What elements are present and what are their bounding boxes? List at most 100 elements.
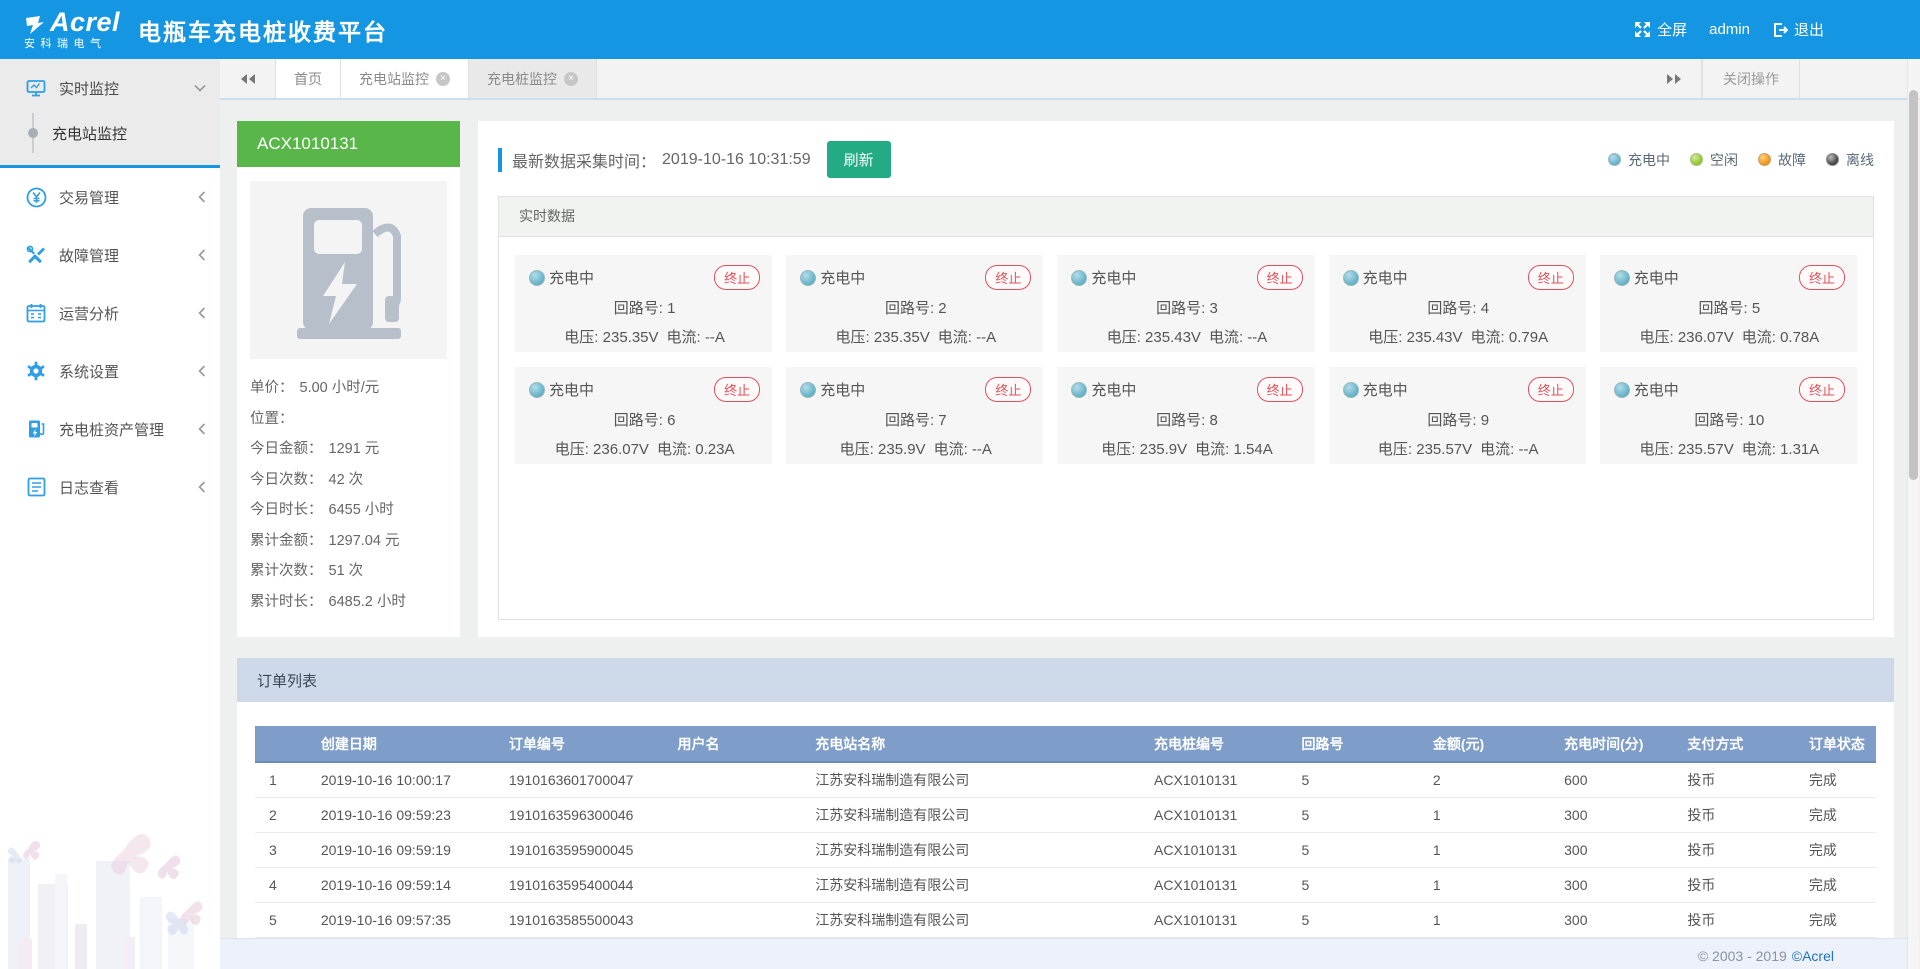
table-row[interactable]: 42019-10-16 09:59:141910163595400044江苏安科… — [255, 867, 1876, 902]
transaction-icon — [25, 186, 47, 208]
col-order-no: 订单编号 — [495, 726, 664, 762]
scrollbar-thumb[interactable] — [1909, 90, 1918, 480]
logout-label: 退出 — [1794, 19, 1824, 40]
table-row[interactable]: 52019-10-16 09:57:351910163585500043江苏安科… — [255, 902, 1876, 937]
status-legend: 充电中 空闲 故障 离线 — [1608, 150, 1874, 170]
page-scrollbar[interactable] — [1907, 59, 1919, 969]
charging-dot-icon — [800, 270, 816, 286]
sidebar-item-analysis[interactable]: 运营分析 — [0, 284, 220, 342]
tab-station-monitor[interactable]: 充电站监控 × — [341, 59, 469, 98]
tabs-scroll-left-button[interactable] — [220, 59, 276, 98]
log-icon — [25, 476, 47, 498]
fault-icon — [25, 244, 47, 266]
sidebar-item-label: 系统设置 — [59, 361, 119, 382]
terminate-button[interactable]: 终止 — [1257, 377, 1303, 402]
legend-fault: 故障 — [1758, 150, 1806, 170]
sidebar-item-settings[interactable]: 系统设置 — [0, 342, 220, 400]
charging-dot-icon — [1614, 382, 1630, 398]
terminate-button[interactable]: 终止 — [985, 377, 1031, 402]
info-today-duration: 今日时长：6455 小时 — [250, 495, 447, 526]
col-charge-minutes: 充电时间(分) — [1550, 726, 1673, 762]
col-index — [255, 726, 307, 762]
fullscreen-button[interactable]: 全屏 — [1628, 19, 1693, 40]
logout-icon — [1772, 22, 1788, 38]
collect-time-value: 2019-10-16 10:31:59 — [662, 151, 811, 169]
info-total-count: 累计次数：51 次 — [250, 556, 447, 587]
station-info-list: 单价：5.00 小时/元 位置： 今日金额：1291 元 今日次数：42 次 今… — [250, 373, 447, 617]
charging-dot-icon — [529, 382, 545, 398]
logout-button[interactable]: 退出 — [1766, 19, 1830, 40]
chevron-left-icon — [198, 365, 206, 377]
order-list-section: 订单列表 创建日期 — [237, 658, 1894, 938]
sidebar-item-pile-assets[interactable]: 充电桩资产管理 — [0, 400, 220, 458]
charging-dot-icon — [529, 270, 545, 286]
terminate-button[interactable]: 终止 — [985, 265, 1031, 290]
legend-idle: 空闲 — [1690, 150, 1738, 170]
username[interactable]: admin — [1703, 21, 1756, 38]
sidebar-item-station-monitor[interactable]: 充电站监控 — [0, 111, 220, 155]
sidebar-item-label: 交易管理 — [59, 187, 119, 208]
refresh-button[interactable]: 刷新 — [827, 141, 891, 178]
realtime-data-title: 实时数据 — [499, 197, 1873, 237]
circuit-card-5: 充电中终止 回路号: 5 电压: 236.07V电流: 0.78A — [1600, 255, 1857, 352]
top-header: Acrel 安科瑞电气 电瓶车充电桩收费平台 全屏 admin — [0, 0, 1920, 59]
chevron-left-icon — [198, 191, 206, 203]
chevron-down-icon — [194, 84, 206, 92]
monitor-icon — [25, 77, 47, 99]
terminate-button[interactable]: 终止 — [1257, 265, 1303, 290]
info-today-count: 今日次数：42 次 — [250, 465, 447, 496]
realtime-data-section: 实时数据 充电中终止 回路号: 1 电压: 235.35V电流: --A — [498, 196, 1874, 620]
col-amount: 金额(元) — [1419, 726, 1550, 762]
charging-dot-icon — [1071, 382, 1087, 398]
sidebar-item-label: 日志查看 — [59, 477, 119, 498]
charging-dot-icon — [1343, 270, 1359, 286]
legend-charging: 充电中 — [1608, 150, 1670, 170]
charging-dot-icon — [1343, 382, 1359, 398]
terminate-button[interactable]: 终止 — [1528, 377, 1574, 402]
logo-subtext: 安科瑞电气 — [24, 39, 120, 50]
acrel-footer-link[interactable]: ©Acrel — [1792, 948, 1834, 964]
info-unit-price: 单价：5.00 小时/元 — [250, 373, 447, 404]
station-summary-card: ACX1010131 — [237, 121, 460, 637]
close-operations-dropdown[interactable]: 关闭操作 — [1702, 59, 1800, 98]
terminate-button[interactable]: 终止 — [714, 265, 760, 290]
charging-dot-icon — [1608, 153, 1621, 166]
col-username: 用户名 — [663, 726, 801, 762]
idle-dot-icon — [1690, 153, 1703, 166]
sidebar-item-label: 故障管理 — [59, 245, 119, 266]
table-row[interactable]: 32019-10-16 09:59:191910163595900045江苏安科… — [255, 832, 1876, 867]
footer: © 2003 - 2019 ©Acrel — [220, 938, 1920, 969]
terminate-button[interactable]: 终止 — [1799, 377, 1845, 402]
sidebar-item-logs[interactable]: 日志查看 — [0, 458, 220, 516]
sidebar-item-label: 充电桩资产管理 — [59, 419, 164, 440]
acrel-logo: Acrel 安科瑞电气 — [24, 9, 120, 50]
circuit-card-9: 充电中终止 回路号: 9 电压: 235.57V电流: --A — [1329, 367, 1586, 464]
tab-pile-monitor[interactable]: 充电桩监控 × — [469, 59, 597, 98]
acrel-logo-icon — [24, 14, 46, 36]
terminate-button[interactable]: 终止 — [1528, 265, 1574, 290]
table-row[interactable]: 12019-10-16 10:00:171910163601700047江苏安科… — [255, 762, 1876, 797]
tabs-scroll-right-button[interactable] — [1646, 59, 1702, 98]
close-icon[interactable]: × — [564, 72, 578, 86]
offline-dot-icon — [1826, 153, 1839, 166]
fault-dot-icon — [1758, 153, 1771, 166]
col-pile-no: 充电桩编号 — [1140, 726, 1288, 762]
city-watermark-graphic — [0, 789, 220, 969]
close-icon[interactable]: × — [436, 72, 450, 86]
circuit-card-4: 充电中终止 回路号: 4 电压: 235.43V电流: 0.79A — [1329, 255, 1586, 352]
terminate-button[interactable]: 终止 — [1799, 265, 1845, 290]
fullscreen-icon — [1634, 21, 1651, 38]
legend-offline: 离线 — [1826, 150, 1874, 170]
charging-dot-icon — [1071, 270, 1087, 286]
tab-home[interactable]: 首页 — [276, 59, 341, 98]
circuit-card-10: 充电中终止 回路号: 10 电压: 235.57V电流: 1.31A — [1600, 367, 1857, 464]
circuit-card-1: 充电中终止 回路号: 1 电压: 235.35V电流: --A — [515, 255, 772, 352]
terminate-button[interactable]: 终止 — [714, 377, 760, 402]
station-id: ACX1010131 — [237, 121, 460, 167]
chevron-left-icon — [198, 481, 206, 493]
sidebar-item-transactions[interactable]: 交易管理 — [0, 168, 220, 226]
sidebar-item-realtime-monitor[interactable]: 实时监控 — [0, 65, 220, 111]
table-row[interactable]: 22019-10-16 09:59:231910163596300046江苏安科… — [255, 797, 1876, 832]
col-station-name: 充电站名称 — [801, 726, 1140, 762]
sidebar-item-faults[interactable]: 故障管理 — [0, 226, 220, 284]
